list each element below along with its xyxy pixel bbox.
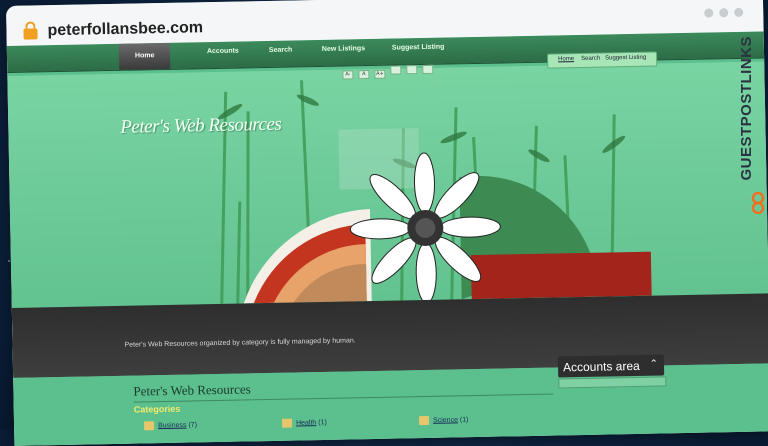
category-item: Health (1)	[281, 418, 327, 428]
font-size-controls: A- A A+	[342, 64, 438, 80]
category-link-business[interactable]: Business	[158, 422, 187, 430]
chevron-up-icon[interactable]: ⌃	[649, 359, 658, 370]
folder-icon	[144, 421, 155, 431]
hero-banner: Peter's Web Resources	[7, 61, 768, 308]
top-link-suggest-listing[interactable]: Suggest Listing	[605, 55, 646, 62]
address-bar[interactable]: peterfollansbee.com	[47, 19, 203, 40]
category-item: Science (1)	[418, 415, 469, 426]
category-count: (1)	[459, 416, 469, 424]
layout-medium-button[interactable]	[406, 65, 418, 75]
nav-search[interactable]: Search	[269, 47, 292, 54]
folder-icon	[281, 418, 293, 428]
categories-heading: Categories	[133, 403, 181, 415]
star	[8, 260, 10, 262]
font-size-default-button[interactable]: A	[358, 70, 370, 80]
category-link-science[interactable]: Science	[433, 417, 458, 424]
window-dot-icon[interactable]	[704, 8, 714, 18]
category-count: (1)	[318, 419, 327, 427]
nav-suggest-listing[interactable]: Suggest Listing	[392, 44, 445, 52]
folder-icon	[418, 415, 430, 426]
window-dot-icon[interactable]	[719, 8, 729, 18]
watermark-text: GUESTPOSTLINKS	[738, 36, 755, 181]
category-count: (7)	[188, 421, 198, 429]
bamboo-illustration	[217, 80, 652, 304]
top-links-box: Home Search Suggest Listing	[547, 51, 658, 69]
lock-icon	[23, 28, 38, 40]
category-link-health[interactable]: Health	[296, 419, 316, 426]
top-link-search[interactable]: Search	[581, 56, 600, 62]
accounts-area-header[interactable]: Accounts area ⌃	[557, 354, 665, 378]
nav-home[interactable]: Home	[118, 42, 171, 70]
nav-accounts[interactable]: Accounts	[207, 48, 239, 56]
top-link-home[interactable]: Home	[558, 56, 574, 62]
window-controls	[698, 2, 744, 22]
nav-new-listings[interactable]: New Listings	[322, 45, 365, 53]
site-title: Peter's Web Resources	[120, 113, 282, 138]
layout-wide-button[interactable]	[422, 64, 434, 75]
accounts-area-label: Accounts area	[562, 358, 640, 375]
window-dot-icon[interactable]	[734, 7, 744, 18]
browser-window: peterfollansbee.com Peter's Web Resource…	[6, 0, 768, 446]
font-size-increase-button[interactable]: A+	[374, 69, 386, 79]
website-viewport: Peter's Web Resources Home Accounts Sear…	[6, 31, 768, 446]
accounts-area-panel	[558, 376, 667, 389]
guestpostlinks-logo-icon	[751, 192, 765, 214]
font-size-decrease-button[interactable]: A-	[342, 70, 354, 80]
layout-narrow-button[interactable]	[390, 65, 402, 75]
page-title: Peter's Web Resources	[133, 381, 251, 399]
